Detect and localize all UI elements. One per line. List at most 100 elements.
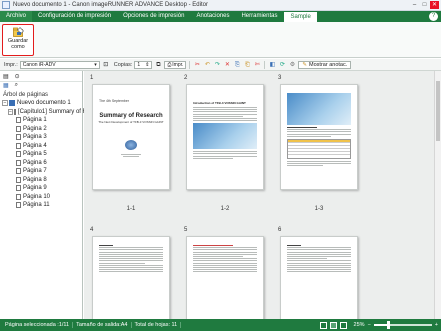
tree-item-label: Página 3 [23,134,47,141]
tree-item-label: Página 4 [23,142,47,149]
tree-tab-icon[interactable]: ▦ [3,82,9,90]
collapse-icon[interactable]: − [2,100,8,107]
page-thumbnail[interactable]: Introduction of TFB-3 VOSSIN GAINT [186,84,264,190]
tab-print-options[interactable]: Opciones de impresión [117,11,190,22]
collate-icon[interactable]: ⧉ [154,61,162,69]
page1-subheading: The Next Development of TFB-3 VOSSIN GAI… [98,120,164,124]
single-view-icon[interactable] [319,321,327,329]
page3-photo [287,93,351,125]
text-line [99,255,163,257]
copies-stepper[interactable]: 1 ⇕ [134,60,153,69]
zoom-in-button[interactable]: + [435,322,438,328]
paste-icon[interactable]: ⎗ [243,61,251,69]
text-line [287,266,351,268]
tree-item-chapter[interactable]: − [Capítulo1] Summary of R [0,108,87,117]
text-line [193,251,257,253]
text-line [193,245,233,246]
app-icon [2,1,10,9]
page-tree-tabs: ▦ ⌕ [0,82,82,90]
tree-view-icon[interactable]: ▤ [3,73,9,80]
tab-print-settings[interactable]: Configuración de impresión [32,11,117,22]
print-button-label: Impr. [172,61,184,68]
tree-item-page[interactable]: Página 1 [0,116,82,125]
collapse-icon[interactable]: − [8,108,13,115]
view-icon[interactable]: ◧ [268,61,276,69]
rotate-icon[interactable]: ⟳ [278,61,286,69]
tree-item-page[interactable]: Página 8 [0,176,82,185]
scrollbar-thumb[interactable] [436,81,440,141]
vertical-scrollbar[interactable] [434,71,441,319]
tab-file[interactable]: Archivo [0,11,33,22]
tree-item-page[interactable]: Página 5 [0,150,82,159]
tree-item-page[interactable]: Página 6 [0,159,82,168]
text-line [99,253,163,255]
delete-icon[interactable]: ✕ [223,61,231,69]
text-line [287,253,351,255]
text-line [287,262,351,264]
copy-icon[interactable]: ⎘ [233,61,241,69]
toolbar-divider [264,60,266,69]
undo-icon[interactable]: ↶ [203,61,211,69]
text-line [193,253,257,255]
printer-select[interactable]: Canon iR-ADV ▾ [19,60,100,69]
save-as-button[interactable]: Guardar como [2,24,34,56]
tree-item-page[interactable]: Página 10 [0,193,82,202]
text-line [99,264,163,266]
print-button[interactable]: ⎙ Impr. [164,60,187,69]
text-line [99,258,163,260]
split-view-icon[interactable] [339,321,347,329]
page-caption: 1-1 [126,206,136,212]
thumbnail-view-icon[interactable] [329,321,337,329]
toolbar-divider [189,60,191,69]
tab-sample[interactable]: Sample [283,11,318,22]
maximize-button[interactable]: □ [420,1,429,9]
page-number: 6 [278,227,282,233]
help-icon[interactable]: ? [429,12,438,21]
page-thumbnail[interactable] [280,236,358,319]
search-icon[interactable]: ⌕ [15,82,18,90]
save-as-label-line2: como [11,44,25,50]
text-line [287,271,351,273]
show-annotations-button[interactable]: ✎ Mostrar anotac. [298,60,352,69]
text-line [287,247,351,249]
printer-properties-icon[interactable]: ⊡ [102,61,110,69]
tree-item-page[interactable]: Página 3 [0,133,82,142]
tree-item-page[interactable]: Página 7 [0,167,82,176]
text-line [193,157,233,159]
minimize-button[interactable]: – [410,1,419,9]
text-line [287,249,351,251]
text-line [193,117,257,119]
tree-item-label: Página 5 [23,151,47,158]
page-thumbnail[interactable] [92,236,170,319]
tree-item-document[interactable]: − Nuevo documento 1 [0,99,82,108]
page-thumbnail[interactable] [186,236,264,319]
text-line [193,155,257,157]
redo-icon[interactable]: ↷ [213,61,221,69]
text-line [287,135,331,137]
page-thumbnails-area[interactable]: 1 The 4th September Summary of Research … [84,71,441,319]
cut-icon[interactable]: ✄ [253,61,261,69]
page-icon [16,142,21,149]
tree-item-label: [Capítulo1] Summary of R [17,108,87,115]
pin-icon[interactable]: ⊙ [15,73,20,80]
tree-item-page[interactable]: Página 11 [0,201,82,210]
tree-item-page[interactable]: Página 4 [0,142,82,151]
tree-item-page[interactable]: Página 9 [0,184,82,193]
text-line [193,262,257,264]
tree-item-label: Página 11 [23,202,50,209]
zoom-slider[interactable] [373,321,432,329]
settings-icon[interactable]: ⚙ [288,61,296,69]
text-line [287,255,351,257]
tree-item-label: Nuevo documento 1 [17,100,71,107]
text-line [287,269,351,271]
zoom-slider-knob[interactable] [387,321,391,329]
tab-tools[interactable]: Herramientas [235,11,283,22]
page-thumbnail[interactable] [280,84,358,190]
selected-page-status: Página seleccionada :1/11 [2,322,74,328]
tree-item-page[interactable]: Página 2 [0,125,82,134]
close-button[interactable]: ✕ [430,1,439,9]
tab-annotations[interactable]: Anotaciones [190,11,235,22]
insert-icon[interactable]: ✂ [193,61,201,69]
page-thumbnail[interactable]: The 4th September Summary of Research Th… [92,84,170,190]
zoom-out-button[interactable]: − [368,322,371,328]
